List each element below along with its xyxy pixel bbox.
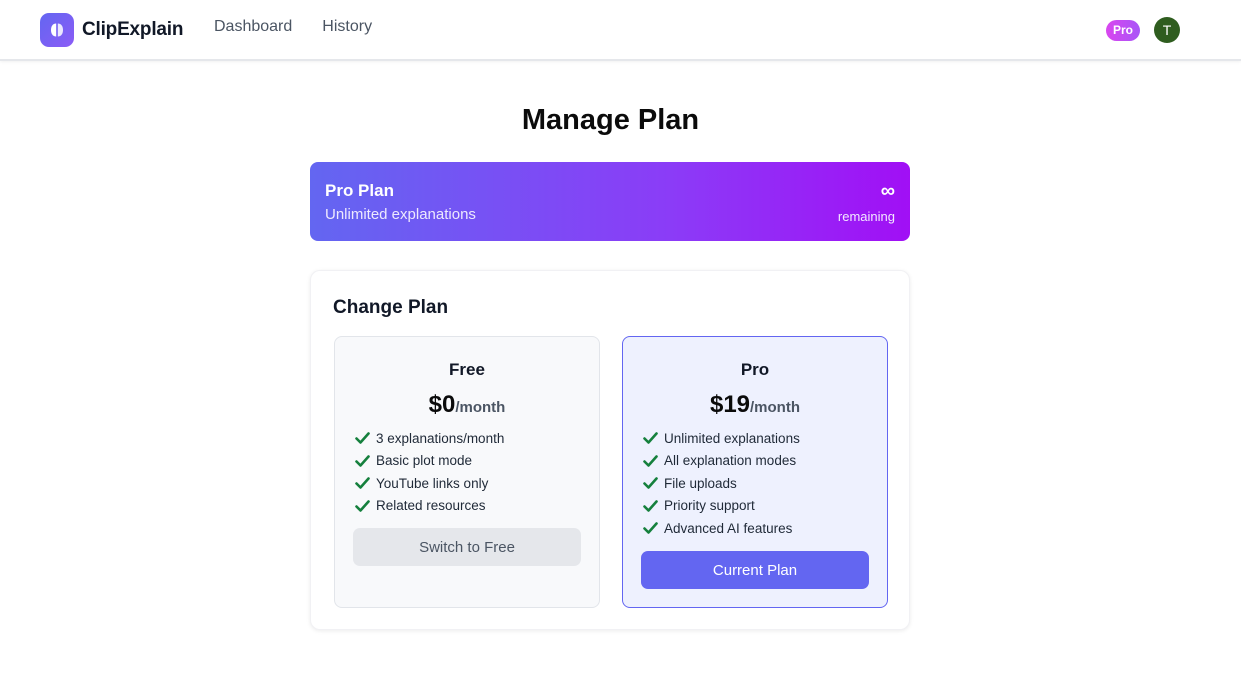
feature-label: Unlimited explanations bbox=[664, 430, 800, 446]
checkmark-icon bbox=[355, 454, 370, 467]
current-plan-banner: Pro Plan Unlimited explanations ∞ remain… bbox=[310, 162, 910, 241]
feature-label: YouTube links only bbox=[376, 475, 489, 491]
feature-label: Advanced AI features bbox=[664, 520, 793, 536]
feature-item: Advanced AI features bbox=[643, 517, 800, 540]
plan-name: Free bbox=[449, 360, 485, 379]
current-plan-title: Pro Plan bbox=[325, 181, 394, 200]
checkmark-icon bbox=[643, 432, 658, 445]
checkmark-icon bbox=[355, 477, 370, 490]
price-period: /month bbox=[750, 399, 801, 416]
nav-dashboard-link[interactable]: Dashboard bbox=[214, 18, 292, 36]
feature-item: Basic plot mode bbox=[355, 450, 504, 473]
switch-to-free-button[interactable]: Switch to Free bbox=[353, 528, 581, 566]
current-plan-subtitle: Unlimited explanations bbox=[325, 206, 476, 223]
brand-link[interactable]: ClipExplain bbox=[40, 13, 183, 47]
feature-label: Basic plot mode bbox=[376, 453, 473, 469]
plan-card-pro: Pro $19/month Unlimited explanations All… bbox=[622, 336, 888, 608]
feature-list: Unlimited explanations All explanation m… bbox=[643, 427, 800, 540]
nav-history-link[interactable]: History bbox=[322, 18, 372, 36]
feature-item: Unlimited explanations bbox=[643, 427, 800, 450]
feature-label: All explanation modes bbox=[664, 453, 797, 469]
price-amount: $0 bbox=[428, 391, 456, 418]
checkmark-icon bbox=[643, 454, 658, 467]
feature-item: Related resources bbox=[355, 495, 504, 518]
plan-price: $0/month bbox=[335, 391, 599, 419]
remaining-label: remaining bbox=[837, 209, 895, 224]
plan-badge: Pro bbox=[1106, 20, 1141, 41]
feature-label: 3 explanations/month bbox=[376, 430, 505, 446]
feature-item: All explanation modes bbox=[643, 450, 800, 473]
checkmark-icon bbox=[643, 499, 658, 512]
feature-item: 3 explanations/month bbox=[355, 427, 504, 450]
feature-label: Related resources bbox=[376, 498, 486, 514]
feature-item: Priority support bbox=[643, 495, 800, 518]
brain-logo-icon bbox=[40, 13, 74, 47]
feature-label: File uploads bbox=[664, 475, 737, 491]
feature-list: 3 explanations/month Basic plot mode You… bbox=[355, 427, 504, 517]
checkmark-icon bbox=[643, 522, 658, 535]
change-plan-title: Change Plan bbox=[333, 297, 449, 318]
page-title: Manage Plan bbox=[521, 104, 700, 136]
feature-item: File uploads bbox=[643, 472, 800, 495]
remaining-value: ∞ bbox=[880, 180, 895, 202]
plan-name: Pro bbox=[740, 360, 770, 379]
change-plan-card: Change Plan Free $0/month 3 explanations… bbox=[310, 270, 910, 630]
plan-card-free: Free $0/month 3 explanations/month Basic… bbox=[334, 336, 600, 608]
price-amount: $19 bbox=[709, 391, 751, 418]
checkmark-icon bbox=[355, 499, 370, 512]
main-nav: Dashboard History bbox=[214, 18, 372, 36]
feature-item: YouTube links only bbox=[355, 472, 504, 495]
user-avatar[interactable]: T bbox=[1154, 17, 1180, 43]
feature-label: Priority support bbox=[664, 498, 755, 514]
checkmark-icon bbox=[355, 432, 370, 445]
brand-name: ClipExplain bbox=[82, 19, 184, 40]
current-plan-button[interactable]: Current Plan bbox=[641, 551, 869, 589]
plan-price: $19/month bbox=[623, 391, 887, 419]
checkmark-icon bbox=[643, 477, 658, 490]
top-navbar: ClipExplain Dashboard History Pro T bbox=[0, 0, 1241, 61]
price-period: /month bbox=[455, 399, 506, 416]
